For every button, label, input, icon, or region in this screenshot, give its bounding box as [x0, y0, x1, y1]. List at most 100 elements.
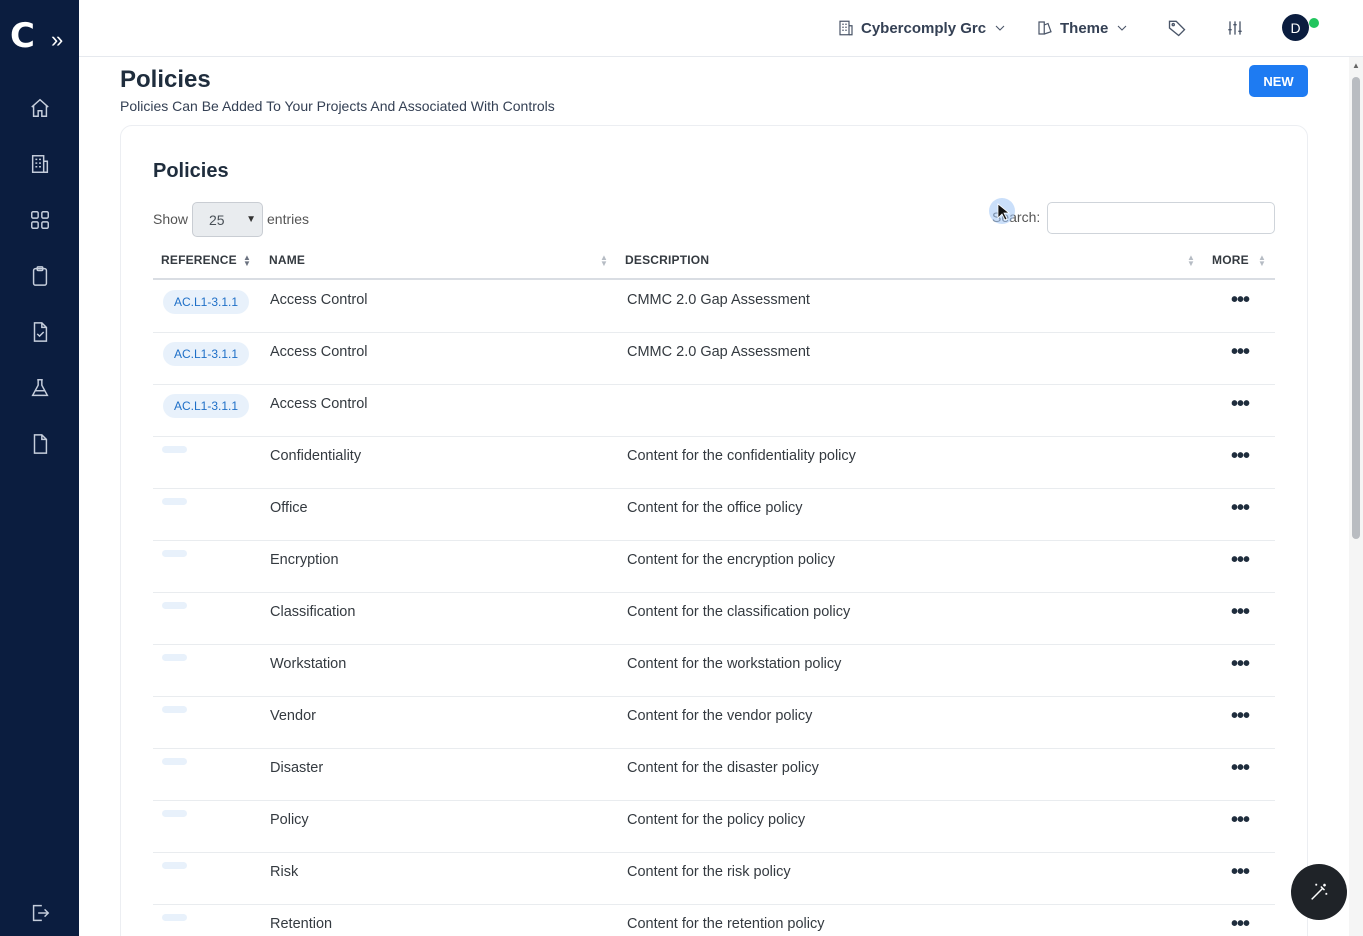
building-icon[interactable]: [27, 151, 53, 177]
magic-wand-button[interactable]: [1291, 864, 1347, 920]
flask-icon[interactable]: [27, 375, 53, 401]
sort-icon[interactable]: ▲ ▼: [600, 254, 608, 268]
sidebar: C »: [0, 0, 79, 936]
more-options-icon[interactable]: •••: [1229, 290, 1251, 313]
organization-selector[interactable]: Cybercomply Grc: [837, 16, 1008, 40]
table-row[interactable]: Workstation Content for the workstation p…: [153, 645, 1275, 697]
palette-icon: [1038, 21, 1052, 35]
policy-description: Content for the risk policy: [627, 864, 791, 880]
policy-name[interactable]: Office: [270, 500, 308, 516]
online-status-indicator: [1309, 18, 1319, 28]
logout-icon[interactable]: [27, 900, 53, 926]
table-row[interactable]: Disaster Content for the disaster policy •…: [153, 749, 1275, 801]
column-header-name[interactable]: NAME: [269, 253, 305, 267]
reference-badge-empty: [162, 706, 187, 713]
policy-name[interactable]: Access Control: [270, 292, 368, 308]
table-row[interactable]: Office Content for the office policy •••: [153, 489, 1275, 541]
more-options-icon[interactable]: •••: [1229, 862, 1251, 885]
more-options-icon[interactable]: •••: [1229, 446, 1251, 469]
more-options-icon[interactable]: •••: [1229, 758, 1251, 781]
policy-description: CMMC 2.0 Gap Assessment: [627, 344, 810, 360]
reference-badge: AC.L1-3.1.1: [163, 290, 250, 314]
scroll-up-icon[interactable]: ▲: [1352, 61, 1360, 70]
policy-name[interactable]: Workstation: [270, 656, 346, 672]
more-options-icon[interactable]: •••: [1229, 550, 1251, 573]
policy-name[interactable]: Access Control: [270, 344, 368, 360]
app-logo[interactable]: C: [10, 16, 40, 56]
vertical-scrollbar[interactable]: ▲: [1349, 57, 1363, 936]
file-check-icon[interactable]: [27, 319, 53, 345]
policy-name[interactable]: Classification: [270, 604, 355, 620]
policy-description: Content for the workstation policy: [627, 656, 842, 672]
more-options-icon[interactable]: •••: [1229, 602, 1251, 625]
theme-selector[interactable]: Theme: [1036, 16, 1130, 40]
theme-label: Theme: [1060, 19, 1109, 37]
policy-name[interactable]: Retention: [270, 916, 332, 932]
avatar[interactable]: D: [1282, 14, 1309, 41]
policy-name[interactable]: Risk: [270, 864, 298, 880]
more-options-icon[interactable]: •••: [1229, 914, 1251, 936]
chevron-down-icon: ▼: [246, 214, 256, 225]
policy-description: Content for the vendor policy: [627, 708, 813, 724]
reference-badge-empty: [162, 550, 187, 557]
page-size-select[interactable]: 25 ▼: [192, 202, 263, 237]
table-row[interactable]: Policy Content for the policy policy •••: [153, 801, 1275, 853]
sort-icon[interactable]: ▲ ▼: [1187, 254, 1195, 268]
column-header-more[interactable]: MORE: [1212, 253, 1249, 267]
search-input[interactable]: [1047, 202, 1275, 234]
reference-badge-empty: [162, 498, 187, 505]
reference-badge-empty: [162, 914, 187, 921]
reference-badge: AC.L1-3.1.1: [163, 342, 250, 366]
show-label: Show: [153, 211, 189, 227]
reference-badge-empty: [162, 446, 187, 453]
table-row[interactable]: Encryption Content for the encryption pol…: [153, 541, 1275, 593]
page-title: Policies: [120, 66, 211, 93]
policy-name[interactable]: Confidentiality: [270, 448, 361, 464]
building-icon: [839, 20, 853, 36]
table-row[interactable]: AC.L1-3.1.1 Access Control •••: [153, 385, 1275, 437]
table-row[interactable]: Vendor Content for the vendor policy •••: [153, 697, 1275, 749]
sliders-icon[interactable]: [1225, 16, 1245, 40]
chevron-down-icon: [995, 25, 1005, 31]
more-options-icon[interactable]: •••: [1229, 810, 1251, 833]
new-button[interactable]: NEW: [1249, 65, 1308, 97]
table-row[interactable]: Retention Content for the retention polic…: [153, 905, 1275, 936]
chevrons-right-icon[interactable]: »: [51, 28, 71, 52]
table-row[interactable]: AC.L1-3.1.1 Access Control CMMC 2.0 Gap As…: [153, 333, 1275, 385]
policy-description: CMMC 2.0 Gap Assessment: [627, 292, 810, 308]
reference-badge-empty: [162, 810, 187, 817]
policy-name[interactable]: Encryption: [270, 552, 339, 568]
more-options-icon[interactable]: •••: [1229, 706, 1251, 729]
policy-description: Content for the retention policy: [627, 916, 825, 932]
table-row[interactable]: Classification Content for the classifica…: [153, 593, 1275, 645]
policy-name[interactable]: Vendor: [270, 708, 316, 724]
column-header-description[interactable]: DESCRIPTION: [625, 253, 709, 267]
page-size-value: 25: [209, 211, 225, 228]
policy-description: Content for the policy policy: [627, 812, 806, 828]
home-icon[interactable]: [27, 95, 53, 121]
more-options-icon[interactable]: •••: [1229, 654, 1251, 677]
table-row[interactable]: Confidentiality Content for the confident…: [153, 437, 1275, 489]
policy-name[interactable]: Disaster: [270, 760, 323, 776]
more-options-icon[interactable]: •••: [1229, 342, 1251, 365]
column-header-reference[interactable]: REFERENCE: [161, 253, 237, 267]
magic-wand-icon: [1311, 883, 1328, 900]
table-row[interactable]: Risk Content for the risk policy •••: [153, 853, 1275, 905]
more-options-icon[interactable]: •••: [1229, 394, 1251, 417]
table-row[interactable]: AC.L1-3.1.1 Access Control CMMC 2.0 Gap As…: [153, 281, 1275, 333]
file-icon[interactable]: [27, 431, 53, 457]
clipboard-icon[interactable]: [27, 263, 53, 289]
policy-description: Content for the office policy: [627, 500, 803, 516]
more-options-icon[interactable]: •••: [1229, 498, 1251, 521]
sort-icon[interactable]: ▲ ▼: [1258, 254, 1266, 268]
organization-name: Cybercomply Grc: [861, 19, 987, 37]
sort-icon[interactable]: ▲ ▼: [243, 254, 251, 268]
policy-name[interactable]: Access Control: [270, 396, 368, 412]
policy-name[interactable]: Policy: [270, 812, 309, 828]
policy-description: Content for the classification policy: [627, 604, 851, 620]
tag-icon[interactable]: [1167, 16, 1187, 40]
grid-icon[interactable]: [27, 207, 53, 233]
reference-badge-empty: [162, 654, 187, 661]
card-title: Policies: [153, 160, 229, 182]
scrollbar-thumb[interactable]: [1352, 77, 1360, 539]
